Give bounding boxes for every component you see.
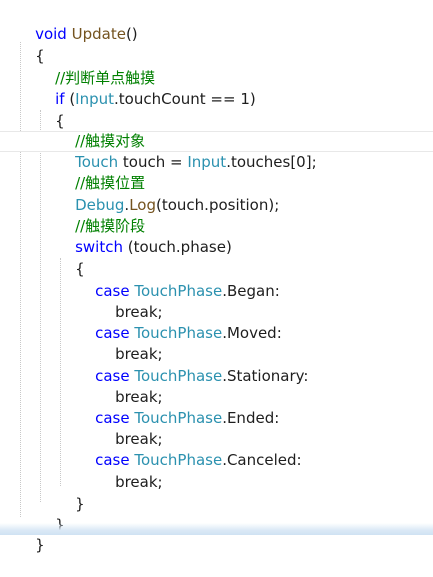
code-line-break: break;: [96, 451, 163, 491]
code-line-debug-log: Debug.Log(touch.position);: [56, 174, 279, 214]
enum-member: .Moved:: [222, 324, 282, 342]
code-line-case: case TouchPhase.Canceled:: [76, 429, 302, 469]
code-line-open-brace: {: [56, 238, 85, 278]
code-line-switch: switch (touch.phase): [56, 216, 232, 256]
code-line-if: if (Input.touchCount == 1): [36, 68, 256, 108]
enum-member: .Stationary:: [222, 367, 309, 385]
code-line-break: break;: [96, 281, 163, 321]
enum-member: .Canceled:: [222, 451, 302, 469]
brace: }: [75, 495, 85, 513]
code-line-close-switch: }: [56, 473, 85, 513]
code-line-open-brace: {: [36, 90, 65, 130]
paren: (): [125, 25, 138, 43]
code-line-break: break;: [96, 366, 163, 406]
expression: (touch.phase): [122, 238, 232, 256]
method-name: Update: [71, 25, 126, 43]
class-input: Input: [75, 90, 115, 108]
code-line-comment: //触摸对象: [56, 110, 145, 150]
code-line-touch-decl: Touch touch = Input.touches[0];: [56, 131, 317, 171]
code-line-case: case TouchPhase.Moved:: [76, 302, 282, 342]
code-line-break: break;: [96, 323, 163, 363]
indent-guide: [40, 110, 41, 502]
code-line-comment: //触摸位置: [56, 152, 145, 192]
expression: .touchCount == 1): [114, 90, 256, 108]
enum-member: .Began:: [222, 282, 280, 300]
brace: }: [35, 536, 45, 554]
class-input: Input: [187, 153, 227, 171]
code-editor[interactable]: void Update() { //判断单点触摸 if (Input.touch…: [0, 0, 433, 554]
bottom-decoration: [0, 523, 433, 535]
code-line-case: case TouchPhase.Ended:: [76, 387, 279, 427]
expression: (touch.position);: [156, 196, 280, 214]
break-statement: break;: [115, 473, 163, 491]
code-line-case: case TouchPhase.Began:: [76, 260, 280, 300]
code-line-close-if: }: [36, 494, 65, 534]
code-line-comment: //触摸阶段: [56, 195, 145, 235]
expression: .touches[0];: [226, 153, 317, 171]
code-line-open-brace: {: [16, 25, 45, 65]
code-line-method-signature: void Update(): [16, 3, 138, 43]
code-line-case: case TouchPhase.Stationary:: [76, 345, 308, 385]
code-line-break: break;: [96, 408, 163, 448]
indent-guide: [20, 42, 21, 517]
enum-member: .Ended:: [222, 409, 280, 427]
code-line-comment: //判断单点触摸: [36, 47, 155, 87]
